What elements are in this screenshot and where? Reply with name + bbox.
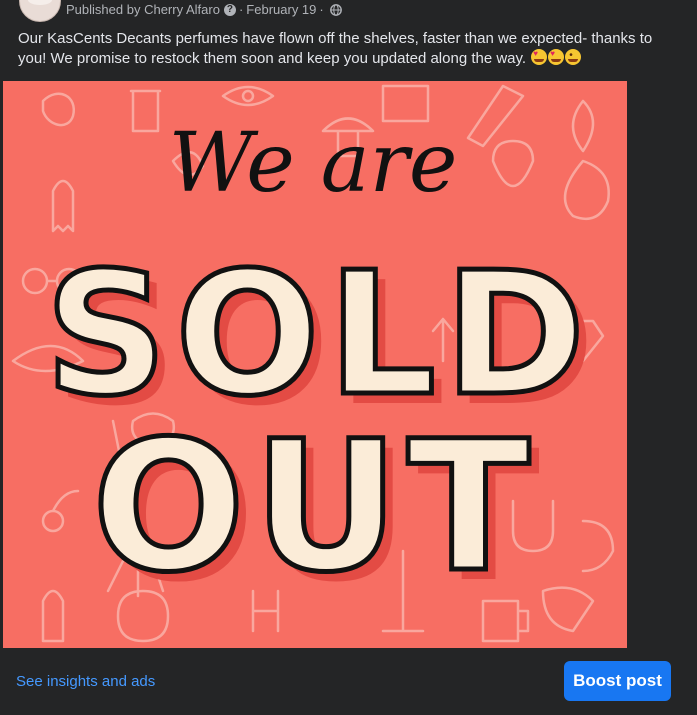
- heart-eyes-emoji-icon: [531, 49, 548, 65]
- post-card: Published by Cherry Alfaro ? · February …: [0, 0, 697, 715]
- meta-separator-2: ·: [319, 2, 324, 17]
- boost-post-button[interactable]: Boost post: [564, 661, 671, 701]
- heart-eyes-emoji-icon: [548, 49, 565, 65]
- sold-out-graphic: We are SOLD SOLD OUT OUT: [3, 81, 627, 649]
- post-header: Published by Cherry Alfaro ? · February …: [0, 0, 697, 22]
- globe-icon[interactable]: [329, 3, 342, 16]
- author-name[interactable]: Cherry Alfaro: [144, 2, 220, 17]
- kissing-emoji-icon: [565, 49, 582, 65]
- script-headline: We are: [169, 116, 458, 211]
- meta-separator: ·: [238, 2, 244, 17]
- post-meta: Published by Cherry Alfaro ? · February …: [66, 2, 342, 17]
- post-footer: See insights and ads Boost post: [0, 648, 697, 715]
- post-date[interactable]: February 19: [246, 2, 316, 17]
- page-avatar[interactable]: [19, 0, 61, 22]
- see-insights-link[interactable]: See insights and ads: [16, 673, 155, 690]
- out-text: OUT: [92, 403, 538, 612]
- post-image[interactable]: We are SOLD SOLD OUT OUT: [3, 81, 627, 649]
- post-caption: Our KasCents Decants perfumes have flown…: [18, 29, 668, 69]
- author-prefix: Published by: [66, 2, 141, 17]
- question-icon[interactable]: ?: [223, 3, 236, 16]
